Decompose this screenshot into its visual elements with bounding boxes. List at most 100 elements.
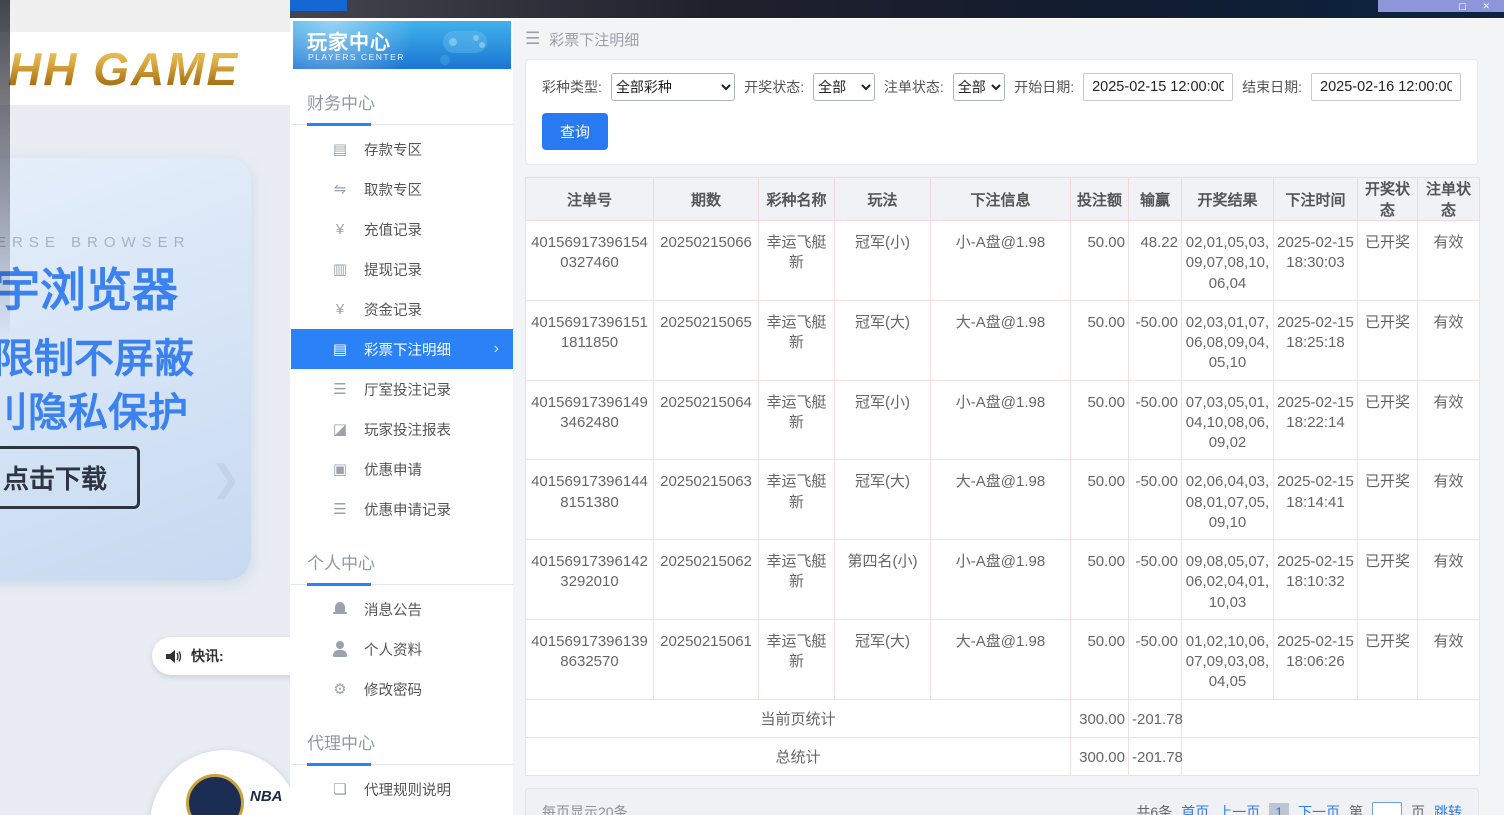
sidebar-item-1-0[interactable]: 消息公告 xyxy=(291,589,513,629)
jump-page-input[interactable] xyxy=(1372,802,1402,815)
order-status-select[interactable]: 全部 xyxy=(953,73,1005,101)
sidebar-item-label: 提现记录 xyxy=(364,259,422,280)
prev-page-link[interactable]: 上一页 xyxy=(1218,802,1260,815)
dark-top-bar: ▢ ✕ xyxy=(290,0,1504,18)
sidebar-item-0-7[interactable]: ◪玩家投注报表 xyxy=(291,409,513,449)
chevron-right-icon[interactable]: ❯ xyxy=(211,458,241,500)
sidebar-section-title: 财务中心 xyxy=(291,81,513,125)
players-center-panel: 玩家中心 PLAYERS CENTER 财务中心▤存款专区⇋取款专区¥充值记录▥… xyxy=(290,18,1504,815)
cell: 2025-02-15 18:10:32 xyxy=(1274,540,1358,620)
sidebar-item-0-3[interactable]: ▥ 提现记录 xyxy=(291,249,513,289)
cell: -50.00 xyxy=(1129,540,1182,620)
table-row: 40156917396144815138020250215063幸运飞艇新冠军(… xyxy=(526,460,1480,540)
cell: 02,01,05,03,09,07,08,10,06,04 xyxy=(1182,221,1274,301)
page-size-text: 每页显示20条 xyxy=(542,802,628,815)
cell: -50.00 xyxy=(1129,380,1182,460)
jump-button[interactable]: 跳转 xyxy=(1434,802,1462,815)
column-header: 开奖状态 xyxy=(1358,178,1418,221)
filter-card: 彩种类型: 全部彩种 开奖状态: 全部 注单状态: 全部 开始日期: 结束日期:… xyxy=(525,59,1478,165)
report-chart-icon: ◪ xyxy=(331,420,349,438)
cell: 幸运飞艇新 xyxy=(759,380,835,460)
column-header: 投注额 xyxy=(1071,178,1129,221)
sidebar-item-0-8[interactable]: ▣优惠申请 xyxy=(291,449,513,489)
promo-banner: ERSE BROWSER 宇浏览器 限制不屏蔽 刂隐私保护 点击下载 ❯ xyxy=(0,158,251,580)
coins-icon: ¥ xyxy=(331,301,349,318)
sidebar-item-0-2[interactable]: ¥ 充值记录 xyxy=(291,209,513,249)
cell: 有效 xyxy=(1418,540,1480,620)
sidebar-item-0-9[interactable]: ☰ 优惠申请记录 xyxy=(291,489,513,529)
close-icon[interactable]: ✕ xyxy=(1482,2,1490,11)
order-status-label: 注单状态: xyxy=(884,77,944,97)
sidebar-item-0-6[interactable]: ☰厅室投注记录 xyxy=(291,369,513,409)
sidebar-item-2-0[interactable]: ❏代理规则说明 xyxy=(291,769,513,809)
cell: 有效 xyxy=(1418,221,1480,301)
table-row: 40156917396151181185020250215065幸运飞艇新冠军(… xyxy=(526,300,1480,380)
cell: 已开奖 xyxy=(1358,221,1418,301)
cell: 50.00 xyxy=(1071,221,1129,301)
first-page-link[interactable]: 首页 xyxy=(1181,802,1209,815)
sidebar-item-0-0[interactable]: ▤存款专区 xyxy=(291,129,513,169)
table-row: 40156917396142329201020250215062幸运飞艇新第四名… xyxy=(526,540,1480,620)
site-header: HH GAME xyxy=(0,32,290,105)
column-header: 彩种名称 xyxy=(759,178,835,221)
cell: 401569173961493462480 xyxy=(526,380,654,460)
sidebar-item-1-1[interactable]: 个人资料 xyxy=(291,629,513,669)
cell: 2025-02-15 18:25:18 xyxy=(1274,300,1358,380)
cell: 冠军(大) xyxy=(835,300,931,380)
nba-logo-icon xyxy=(186,774,244,815)
summary-bet-total: 300.00 xyxy=(1071,699,1129,737)
sidebar-item-0-5[interactable]: ▤彩票下注明细› xyxy=(291,329,513,369)
sidebar-item-2-1[interactable]: ❐代理团队统计 xyxy=(291,809,513,815)
table-header-row: 注单号期数彩种名称玩法下注信息投注额输赢开奖结果下注时间开奖状态注单状态 xyxy=(526,178,1480,221)
bank-card-icon: ▤ xyxy=(331,140,349,158)
money-bag-icon: ¥ xyxy=(331,221,349,238)
sidebar-item-0-4[interactable]: ¥资金记录 xyxy=(291,289,513,329)
cell: -50.00 xyxy=(1129,460,1182,540)
ticker-label: 快讯: xyxy=(191,646,224,666)
wallet-icon: ▥ xyxy=(331,260,349,278)
start-date-input[interactable] xyxy=(1083,73,1233,101)
window-controls-bar: ▢ ✕ xyxy=(1378,0,1504,12)
maximize-icon[interactable]: ▢ xyxy=(1458,2,1467,11)
cell: 401569173961511811850 xyxy=(526,300,654,380)
cell: 20250215062 xyxy=(654,540,759,620)
summary-bet-total: 300.00 xyxy=(1071,737,1129,775)
cell: 大-A盘@1.98 xyxy=(931,460,1071,540)
cell: 冠军(小) xyxy=(835,380,931,460)
end-date-label: 结束日期: xyxy=(1242,77,1302,97)
cell: 冠军(大) xyxy=(835,460,931,540)
sidebar-item-label: 充值记录 xyxy=(364,219,422,240)
cell: 大-A盘@1.98 xyxy=(931,300,1071,380)
sidebar-item-label: 优惠申请 xyxy=(364,459,422,480)
summary-winloss-total: -201.78 xyxy=(1129,737,1182,775)
table-row: 40156917396154032746020250215066幸运飞艇新冠军(… xyxy=(526,221,1480,301)
cell: 50.00 xyxy=(1071,300,1129,380)
cell: -50.00 xyxy=(1129,300,1182,380)
summary-winloss-total: -201.78 xyxy=(1129,699,1182,737)
sidebar-item-1-2[interactable]: ⚙修改密码 xyxy=(291,669,513,709)
table-row: 40156917396139863257020250215061幸运飞艇新冠军(… xyxy=(526,619,1480,699)
sidebar-item-label: 优惠申请记录 xyxy=(364,499,451,520)
cell: 50.00 xyxy=(1071,460,1129,540)
cell: 已开奖 xyxy=(1358,300,1418,380)
list-icon: ☰ xyxy=(331,500,349,518)
cell: 20250215061 xyxy=(654,619,759,699)
draw-status-select[interactable]: 全部 xyxy=(813,73,875,101)
column-header: 注单状态 xyxy=(1418,178,1480,221)
nba-label: NBA xyxy=(250,788,283,805)
end-date-input[interactable] xyxy=(1311,73,1461,101)
lottery-type-select[interactable]: 全部彩种 xyxy=(611,73,735,101)
sidebar-item-label: 代理规则说明 xyxy=(364,779,451,800)
download-button[interactable]: 点击下载 xyxy=(0,446,140,509)
speaker-icon xyxy=(166,649,183,664)
cell: 小-A盘@1.98 xyxy=(931,221,1071,301)
cell: 已开奖 xyxy=(1358,380,1418,460)
banner-line1: 宇浏览器 xyxy=(0,254,178,320)
query-button[interactable]: 查询 xyxy=(542,113,608,150)
hamburger-icon[interactable]: ☰ xyxy=(525,29,540,49)
next-page-link[interactable]: 下一页 xyxy=(1298,802,1340,815)
sidebar-item-0-1[interactable]: ⇋取款专区 xyxy=(291,169,513,209)
site-logo: HH GAME xyxy=(8,42,239,96)
banner-line2: 限制不屏蔽 xyxy=(0,326,194,384)
cell: 小-A盘@1.98 xyxy=(931,380,1071,460)
